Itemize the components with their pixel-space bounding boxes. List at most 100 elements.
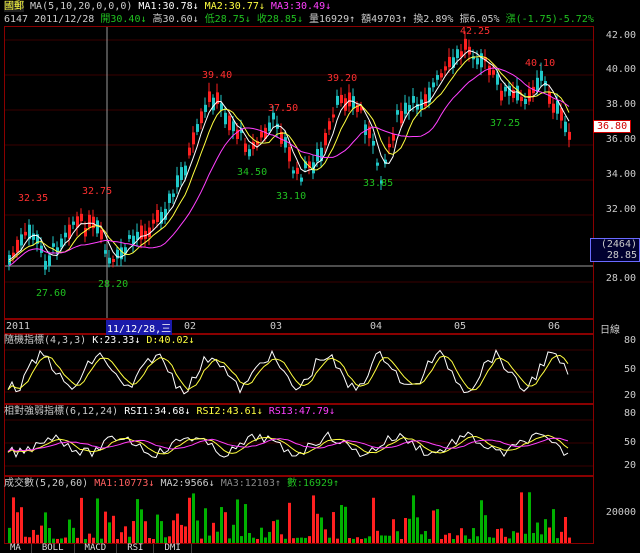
candle-body [80,213,83,222]
candle-body [520,96,523,102]
volume-bar [176,513,179,543]
candle-body [192,132,195,145]
kd-title[interactable]: 隨機指標(4,3,3) [4,335,86,346]
kd-d-value: D:40.02↓ [146,335,195,346]
volume-bar [168,536,171,543]
vol-ma2-value: MA2:9566↓ [160,478,215,489]
volume-bar [380,535,383,543]
volume-bar [160,521,163,543]
volume-bar [292,538,295,543]
candle-body [324,132,327,146]
tab-boll[interactable]: BOLL [32,544,75,553]
tab-rsi[interactable]: RSI [117,544,155,553]
candle-body [88,214,91,228]
candle-body [48,255,51,267]
kd-header: 隨機指標(4,3,3) K:23.33↓ D:40.02↓ [4,335,195,347]
candle-body [156,209,159,222]
volume-bar [316,513,319,543]
volume-bar [44,512,47,543]
volume-bar [232,524,235,543]
volume-bar [472,528,475,543]
candle-body [488,65,491,76]
volume-bar [404,517,407,543]
candle-body [432,82,435,88]
candle-body [504,86,507,92]
volume-bar [124,526,127,543]
candle-body [340,94,343,104]
price-annotation: 28.20 [98,279,129,290]
time-axis-label: 04 [370,321,383,332]
volume-bar [188,497,191,543]
volume-bar [40,525,43,543]
candle-body [436,75,439,80]
candle-body [20,234,23,246]
candle-body [108,257,111,264]
volume-bar [36,534,39,543]
candle-body [60,238,63,247]
price-annotation: 33.85 [363,178,394,189]
volume-bar [412,495,415,543]
volume-bar [400,538,403,543]
volume-bar [408,518,411,543]
volume-bar [24,536,27,543]
price-axis-label: 28.00 [605,273,636,284]
volume-bar [452,538,455,543]
volume-bar [268,531,271,543]
candle-body [528,89,531,102]
volume-title[interactable]: 成交數(5,20,60) [4,478,88,489]
price-annotation: 39.20 [327,73,358,84]
price-annotation: 34.50 [237,167,268,178]
volume-bar [32,529,35,543]
stock-chart-canvas[interactable] [0,0,640,553]
volume-bar [456,535,459,543]
volume-bar [512,531,515,543]
candle-body [200,111,203,124]
candle-body [492,70,495,75]
candle-body [336,95,339,105]
candle-body [172,193,175,197]
price-annotation: 27.60 [36,288,67,299]
rsi-title[interactable]: 相對強弱指標(6,12,24) [4,406,118,417]
volume-bar [536,522,539,543]
time-cursor-label: 11/12/28,三 [106,320,173,335]
volume-bar [440,538,443,543]
candle-body [332,114,335,118]
price-annotation: 32.75 [82,186,113,197]
volume-bar [236,499,239,543]
rsi1-value: RSI1:34.68↓ [124,406,191,417]
volume-bar [244,504,247,543]
tab-ma[interactable]: MA [0,544,32,553]
candle-body [268,122,271,132]
volume-bar [224,512,227,543]
price-axis-label: 36.00 [605,134,636,145]
crosshair-price: 28.85 [606,250,637,261]
candle-body [388,143,391,148]
volume-bar [240,536,243,543]
candle-body [220,103,223,111]
price-axis-label: 32.00 [605,204,636,215]
candle-body [32,233,35,240]
volume-bar [8,527,11,543]
candle-body [188,147,191,156]
volume-bar [552,509,555,543]
crosshair-value-box: (2464) 28.85 [590,238,640,262]
last-price-marker: 36.80 [593,120,632,133]
volume-bar [428,538,431,543]
candle-body [412,96,415,103]
tab-macd[interactable]: MACD [75,544,118,553]
price-annotation: 39.40 [202,70,233,81]
candle-body [224,112,227,125]
price-annotation: 40.10 [525,58,556,69]
candle-body [128,235,131,239]
candle-body [424,94,427,107]
candle-body [232,121,235,132]
tab-dmi[interactable]: DMI [154,544,192,553]
price-annotation: 32.35 [18,193,49,204]
volume-bar [116,538,119,543]
time-unit-label[interactable]: 日線 [600,321,620,336]
candle-body [500,90,503,101]
volume-bar [432,510,435,543]
candle-body [404,102,407,114]
volume-bar [420,534,423,543]
volume-bar [504,536,507,543]
